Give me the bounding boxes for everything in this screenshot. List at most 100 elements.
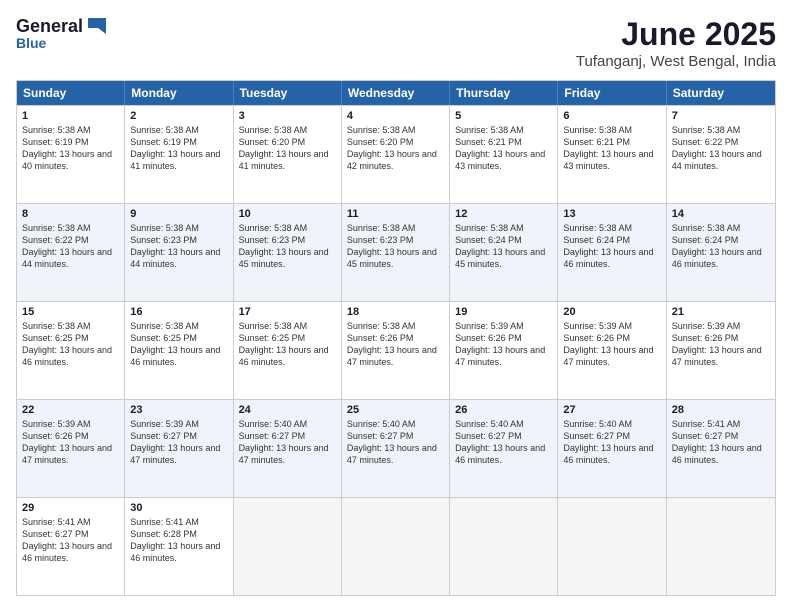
cell-info: Sunrise: 5:39 AMSunset: 6:26 PMDaylight:…	[563, 321, 653, 367]
day-number: 7	[672, 110, 770, 122]
day-number: 24	[239, 404, 336, 416]
cell-info: Sunrise: 5:38 AMSunset: 6:26 PMDaylight:…	[347, 321, 437, 367]
calendar-cell-5-1: 29 Sunrise: 5:41 AMSunset: 6:27 PMDaylig…	[17, 498, 125, 595]
cell-info: Sunrise: 5:39 AMSunset: 6:26 PMDaylight:…	[455, 321, 545, 367]
cell-info: Sunrise: 5:38 AMSunset: 6:19 PMDaylight:…	[130, 125, 220, 171]
calendar-cell-5-6	[558, 498, 666, 595]
calendar-cell-5-2: 30 Sunrise: 5:41 AMSunset: 6:28 PMDaylig…	[125, 498, 233, 595]
calendar-cell-3-5: 19 Sunrise: 5:39 AMSunset: 6:26 PMDaylig…	[450, 302, 558, 399]
logo-general: General	[16, 16, 83, 37]
calendar-cell-5-7	[667, 498, 775, 595]
cell-info: Sunrise: 5:41 AMSunset: 6:27 PMDaylight:…	[22, 517, 112, 563]
header-friday: Friday	[558, 81, 666, 105]
day-number: 30	[130, 502, 227, 514]
day-number: 26	[455, 404, 552, 416]
calendar-row-4: 22 Sunrise: 5:39 AMSunset: 6:26 PMDaylig…	[17, 399, 775, 497]
calendar-cell-4-7: 28 Sunrise: 5:41 AMSunset: 6:27 PMDaylig…	[667, 400, 775, 497]
logo-blue: Blue	[16, 35, 46, 51]
header-sunday: Sunday	[17, 81, 125, 105]
day-number: 29	[22, 502, 119, 514]
cell-info: Sunrise: 5:40 AMSunset: 6:27 PMDaylight:…	[455, 419, 545, 465]
calendar-cell-3-7: 21 Sunrise: 5:39 AMSunset: 6:26 PMDaylig…	[667, 302, 775, 399]
cell-info: Sunrise: 5:40 AMSunset: 6:27 PMDaylight:…	[239, 419, 329, 465]
cell-info: Sunrise: 5:38 AMSunset: 6:23 PMDaylight:…	[130, 223, 220, 269]
day-number: 18	[347, 306, 444, 318]
cell-info: Sunrise: 5:41 AMSunset: 6:27 PMDaylight:…	[672, 419, 762, 465]
cell-info: Sunrise: 5:38 AMSunset: 6:25 PMDaylight:…	[239, 321, 329, 367]
calendar-cell-1-2: 2 Sunrise: 5:38 AMSunset: 6:19 PMDayligh…	[125, 106, 233, 203]
month-title: June 2025	[576, 16, 776, 53]
calendar-row-5: 29 Sunrise: 5:41 AMSunset: 6:27 PMDaylig…	[17, 497, 775, 595]
cell-info: Sunrise: 5:38 AMSunset: 6:24 PMDaylight:…	[672, 223, 762, 269]
calendar-cell-2-6: 13 Sunrise: 5:38 AMSunset: 6:24 PMDaylig…	[558, 204, 666, 301]
calendar-cell-4-3: 24 Sunrise: 5:40 AMSunset: 6:27 PMDaylig…	[234, 400, 342, 497]
day-number: 3	[239, 110, 336, 122]
calendar-row-1: 1 Sunrise: 5:38 AMSunset: 6:19 PMDayligh…	[17, 105, 775, 203]
calendar-cell-1-3: 3 Sunrise: 5:38 AMSunset: 6:20 PMDayligh…	[234, 106, 342, 203]
calendar-cell-2-2: 9 Sunrise: 5:38 AMSunset: 6:23 PMDayligh…	[125, 204, 233, 301]
calendar-body: 1 Sunrise: 5:38 AMSunset: 6:19 PMDayligh…	[17, 105, 775, 595]
header-tuesday: Tuesday	[234, 81, 342, 105]
day-number: 5	[455, 110, 552, 122]
day-number: 21	[672, 306, 770, 318]
cell-info: Sunrise: 5:38 AMSunset: 6:21 PMDaylight:…	[563, 125, 653, 171]
day-number: 4	[347, 110, 444, 122]
header-monday: Monday	[125, 81, 233, 105]
day-number: 9	[130, 208, 227, 220]
page: General Blue June 2025 Tufanganj, West B…	[0, 0, 792, 612]
calendar-cell-4-4: 25 Sunrise: 5:40 AMSunset: 6:27 PMDaylig…	[342, 400, 450, 497]
cell-info: Sunrise: 5:41 AMSunset: 6:28 PMDaylight:…	[130, 517, 220, 563]
calendar-cell-2-7: 14 Sunrise: 5:38 AMSunset: 6:24 PMDaylig…	[667, 204, 775, 301]
day-number: 16	[130, 306, 227, 318]
calendar-row-3: 15 Sunrise: 5:38 AMSunset: 6:25 PMDaylig…	[17, 301, 775, 399]
day-number: 12	[455, 208, 552, 220]
calendar-cell-1-5: 5 Sunrise: 5:38 AMSunset: 6:21 PMDayligh…	[450, 106, 558, 203]
day-number: 6	[563, 110, 660, 122]
day-number: 27	[563, 404, 660, 416]
cell-info: Sunrise: 5:38 AMSunset: 6:24 PMDaylight:…	[563, 223, 653, 269]
cell-info: Sunrise: 5:38 AMSunset: 6:25 PMDaylight:…	[130, 321, 220, 367]
header: General Blue June 2025 Tufanganj, West B…	[16, 16, 776, 70]
calendar-cell-3-1: 15 Sunrise: 5:38 AMSunset: 6:25 PMDaylig…	[17, 302, 125, 399]
calendar-cell-1-4: 4 Sunrise: 5:38 AMSunset: 6:20 PMDayligh…	[342, 106, 450, 203]
day-number: 10	[239, 208, 336, 220]
cell-info: Sunrise: 5:39 AMSunset: 6:26 PMDaylight:…	[22, 419, 112, 465]
day-number: 13	[563, 208, 660, 220]
cell-info: Sunrise: 5:40 AMSunset: 6:27 PMDaylight:…	[563, 419, 653, 465]
title-block: June 2025 Tufanganj, West Bengal, India	[576, 16, 776, 70]
header-wednesday: Wednesday	[342, 81, 450, 105]
day-number: 2	[130, 110, 227, 122]
calendar-cell-4-6: 27 Sunrise: 5:40 AMSunset: 6:27 PMDaylig…	[558, 400, 666, 497]
day-number: 17	[239, 306, 336, 318]
cell-info: Sunrise: 5:38 AMSunset: 6:22 PMDaylight:…	[22, 223, 112, 269]
day-number: 15	[22, 306, 119, 318]
cell-info: Sunrise: 5:38 AMSunset: 6:19 PMDaylight:…	[22, 125, 112, 171]
calendar-cell-3-3: 17 Sunrise: 5:38 AMSunset: 6:25 PMDaylig…	[234, 302, 342, 399]
cell-info: Sunrise: 5:39 AMSunset: 6:27 PMDaylight:…	[130, 419, 220, 465]
day-number: 20	[563, 306, 660, 318]
day-number: 1	[22, 110, 119, 122]
cell-info: Sunrise: 5:38 AMSunset: 6:20 PMDaylight:…	[347, 125, 437, 171]
calendar-cell-5-5	[450, 498, 558, 595]
calendar-row-2: 8 Sunrise: 5:38 AMSunset: 6:22 PMDayligh…	[17, 203, 775, 301]
calendar-cell-1-1: 1 Sunrise: 5:38 AMSunset: 6:19 PMDayligh…	[17, 106, 125, 203]
header-thursday: Thursday	[450, 81, 558, 105]
day-number: 14	[672, 208, 770, 220]
day-number: 25	[347, 404, 444, 416]
cell-info: Sunrise: 5:38 AMSunset: 6:23 PMDaylight:…	[239, 223, 329, 269]
calendar-cell-4-2: 23 Sunrise: 5:39 AMSunset: 6:27 PMDaylig…	[125, 400, 233, 497]
logo-flag-icon	[84, 18, 106, 34]
day-number: 23	[130, 404, 227, 416]
calendar-cell-1-6: 6 Sunrise: 5:38 AMSunset: 6:21 PMDayligh…	[558, 106, 666, 203]
calendar-cell-4-5: 26 Sunrise: 5:40 AMSunset: 6:27 PMDaylig…	[450, 400, 558, 497]
cell-info: Sunrise: 5:38 AMSunset: 6:24 PMDaylight:…	[455, 223, 545, 269]
calendar-header: SundayMondayTuesdayWednesdayThursdayFrid…	[17, 81, 775, 105]
calendar-cell-5-4	[342, 498, 450, 595]
logo: General Blue	[16, 16, 106, 51]
cell-info: Sunrise: 5:38 AMSunset: 6:23 PMDaylight:…	[347, 223, 437, 269]
calendar-cell-5-3	[234, 498, 342, 595]
calendar: SundayMondayTuesdayWednesdayThursdayFrid…	[16, 80, 776, 596]
cell-info: Sunrise: 5:38 AMSunset: 6:21 PMDaylight:…	[455, 125, 545, 171]
cell-info: Sunrise: 5:38 AMSunset: 6:25 PMDaylight:…	[22, 321, 112, 367]
header-saturday: Saturday	[667, 81, 775, 105]
